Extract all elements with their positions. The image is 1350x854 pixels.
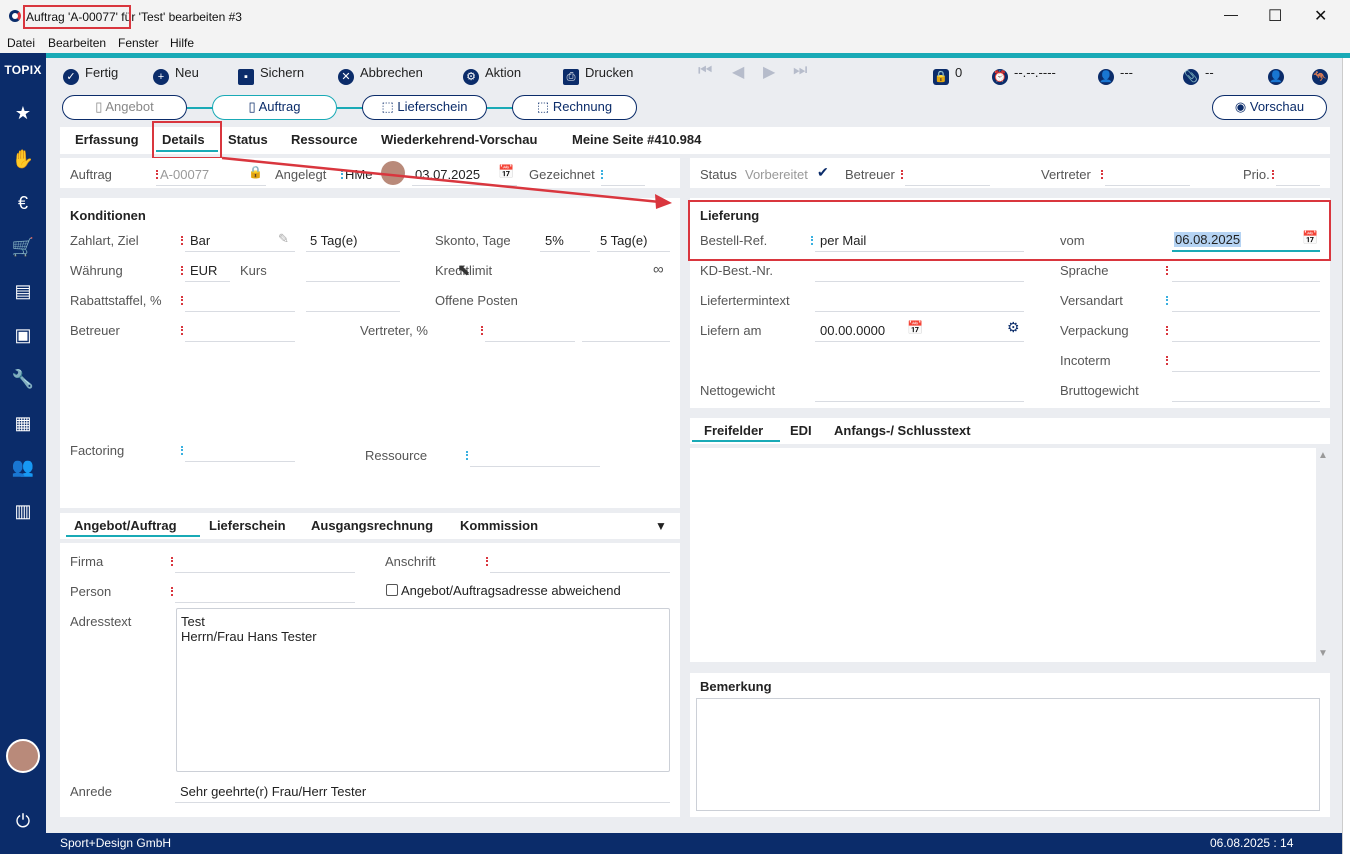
tab-kommission[interactable]: Kommission: [460, 518, 538, 533]
tab-lieferschein[interactable]: Lieferschein: [209, 518, 286, 533]
required-marker: [171, 587, 173, 596]
active-tab-underline: [66, 535, 200, 537]
scroll-up-icon[interactable]: ▲: [1318, 450, 1328, 461]
scrollbar[interactable]: ▲ ▼: [1316, 448, 1330, 662]
statusbar: Sport+Design GmbH 06.08.2025 : 14: [46, 833, 1342, 854]
adresstext-line: Herrn/Frau Hans Tester: [181, 629, 317, 644]
anschrift-label: Anschrift: [385, 554, 436, 569]
adresstext-textarea[interactable]: Test Herrn/Frau Hans Tester: [176, 608, 670, 772]
anrede-value[interactable]: Sehr geehrte(r) Frau/Herr Tester: [180, 784, 366, 799]
bemerkung-title: Bemerkung: [700, 679, 772, 694]
field-underline: [175, 802, 670, 803]
active-tab-underline: [692, 440, 780, 442]
tab-freifelder[interactable]: Freifelder: [704, 423, 763, 438]
abweichend-label[interactable]: Angebot/Auftragsadresse abweichend: [401, 583, 621, 598]
firma-label: Firma: [70, 554, 104, 569]
tab-anfangs-schlusstext[interactable]: Anfangs-/ Schlusstext: [834, 423, 971, 438]
scroll-down-icon[interactable]: ▼: [1318, 648, 1328, 659]
freifelder-content: [690, 448, 1316, 662]
required-marker: [171, 557, 173, 566]
abweichend-checkbox[interactable]: [386, 584, 398, 596]
adresstext-label: Adresstext: [70, 614, 132, 629]
company-name: Sport+Design GmbH: [60, 836, 172, 850]
address-tabs: Angebot/Auftrag Lieferschein Ausgangsrec…: [60, 513, 680, 539]
tab-ausgangsrechnung[interactable]: Ausgangsrechnung: [311, 518, 433, 533]
bemerkung-textarea[interactable]: [696, 698, 1320, 811]
statusbar-datetime: 06.08.2025 : 14: [1210, 836, 1294, 850]
tab-edi[interactable]: EDI: [790, 423, 812, 438]
address-panel: Firma Anschrift Person Angebot/Auftragsa…: [60, 543, 680, 817]
freifelder-tabs: Freifelder EDI Anfangs-/ Schlusstext: [690, 418, 1330, 444]
required-marker: [486, 557, 488, 566]
bemerkung-panel: Bemerkung: [690, 673, 1330, 817]
field-underline: [490, 572, 670, 573]
tab-angebot-auftrag[interactable]: Angebot/Auftrag: [74, 518, 177, 533]
anrede-label: Anrede: [70, 784, 112, 799]
person-label: Person: [70, 584, 112, 599]
field-underline: [175, 572, 355, 573]
adresstext-line: Test: [181, 614, 205, 629]
field-underline: [175, 602, 355, 603]
background-window-edge: [1342, 58, 1350, 854]
dropdown-triangle-icon[interactable]: ▼: [655, 519, 667, 533]
